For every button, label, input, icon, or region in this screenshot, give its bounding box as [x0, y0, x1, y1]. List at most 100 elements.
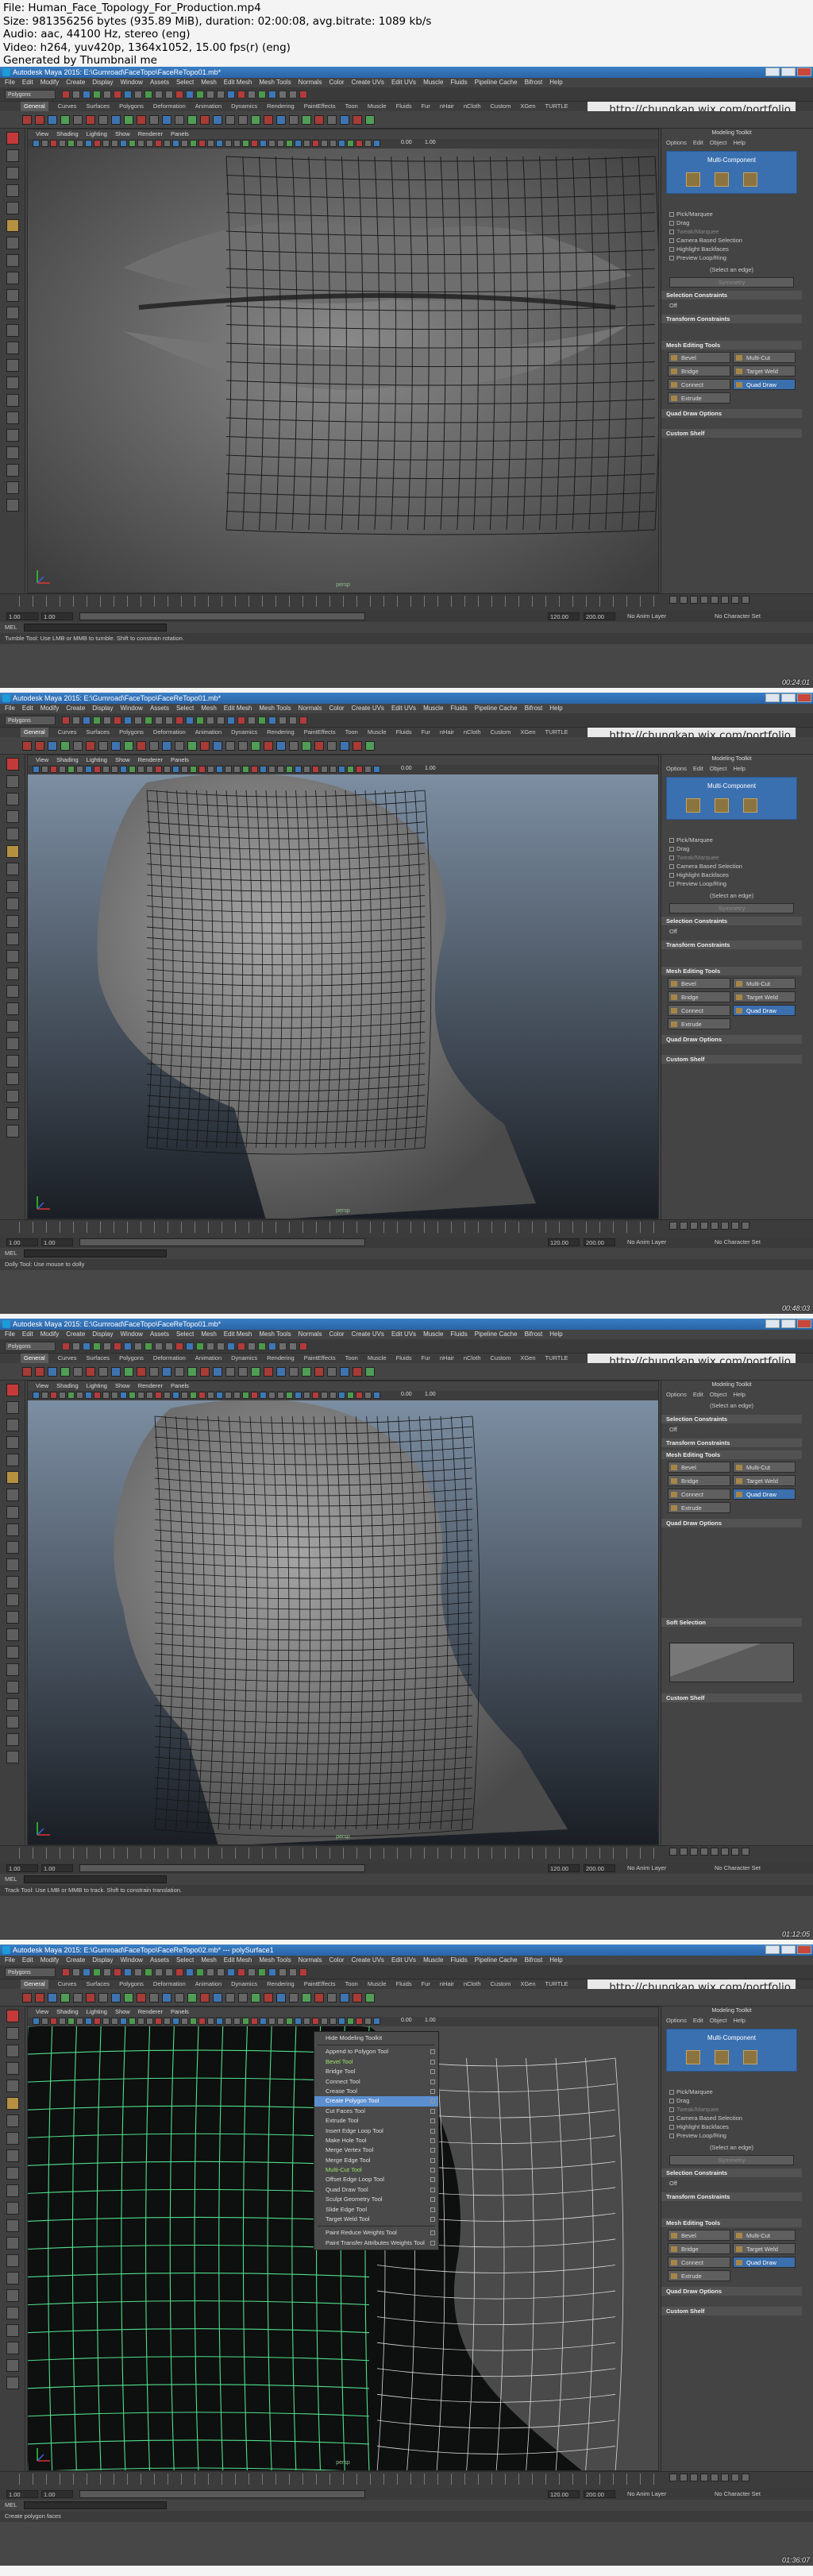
custom-shelf-header[interactable]: Custom Shelf [661, 429, 802, 438]
head-model-mesh[interactable] [28, 1399, 659, 1845]
playback-control-icon[interactable] [690, 596, 698, 604]
menu-edit[interactable]: Edit [22, 1330, 33, 1339]
shelf-tool-icon[interactable] [289, 1993, 299, 2002]
selection-constraints-header[interactable]: Selection Constraints [661, 291, 802, 299]
shelf-tool-icon[interactable] [251, 1367, 260, 1377]
falloff-curve-graph[interactable] [669, 1643, 794, 1682]
toolbox-tool-icon[interactable] [6, 775, 19, 788]
toolbox-tool-icon[interactable] [6, 359, 19, 372]
toolbox-tool-icon[interactable] [6, 1524, 19, 1536]
viewport-tool-icon[interactable] [277, 1392, 284, 1399]
panel-menu-edit[interactable]: Edit [693, 138, 703, 148]
shelf-tab-polygons[interactable]: Polygons [119, 728, 144, 737]
menu-edit-mesh[interactable]: Edit Mesh [224, 78, 252, 87]
status-tool-icon[interactable] [144, 1968, 152, 1976]
shelf-tab-ncloth[interactable]: nCloth [464, 728, 481, 737]
menu-normals[interactable]: Normals [299, 704, 322, 713]
viewport-tool-icon[interactable] [76, 766, 83, 773]
status-tool-icon[interactable] [134, 1968, 142, 1976]
viewport-menu-show[interactable]: Show [115, 1381, 130, 1391]
viewport-tool-icon[interactable] [268, 140, 275, 147]
shelf-tab-deformation[interactable]: Deformation [153, 102, 186, 111]
shelf-tool-icon[interactable] [353, 741, 362, 751]
playback-control-icon[interactable] [731, 1222, 739, 1230]
shelf-tab-xgen[interactable]: XGen [520, 728, 535, 737]
shelf-tool-icon[interactable] [327, 741, 337, 751]
shelf-tool-icon[interactable] [225, 1367, 235, 1377]
panel-menu-options[interactable]: Options [666, 138, 687, 148]
status-tool-icon[interactable] [124, 91, 132, 98]
playback-control-icon[interactable] [700, 1222, 708, 1230]
status-tool-icon[interactable] [62, 1342, 70, 1350]
menu-normals[interactable]: Normals [299, 1956, 322, 1965]
status-tool-icon[interactable] [124, 1342, 132, 1350]
option-box-icon[interactable] [430, 2059, 435, 2064]
status-tool-icon[interactable] [83, 1968, 91, 1976]
viewport-tool-icon[interactable] [329, 766, 337, 773]
selection-constraints-header[interactable]: Selection Constraints [661, 1415, 802, 1423]
viewport-tool-icon[interactable] [120, 766, 127, 773]
toolbox-tool-icon[interactable] [6, 1090, 19, 1103]
shelf-tab-fluids[interactable]: Fluids [396, 728, 412, 737]
shelf-tool-icon[interactable] [225, 115, 235, 125]
menu-mesh-tools[interactable]: Mesh Tools [259, 704, 291, 713]
shelf-tab-dynamics[interactable]: Dynamics [231, 102, 257, 111]
shelf-tool-icon[interactable] [137, 741, 146, 751]
playback-control-icon[interactable] [731, 1848, 739, 1856]
option-box-icon[interactable] [430, 2177, 435, 2183]
menu-create-uvs[interactable]: Create UVs [352, 1956, 384, 1965]
status-tool-icon[interactable] [62, 91, 70, 98]
shelf-tool-icon[interactable] [365, 1367, 375, 1377]
status-tool-icon[interactable] [196, 1968, 204, 1976]
option-box-icon[interactable] [430, 2128, 435, 2134]
shelf-tab-curves[interactable]: Curves [58, 1354, 77, 1363]
playback-control-icon[interactable] [742, 1848, 749, 1856]
viewport-tool-icon[interactable] [181, 2018, 188, 2025]
shelf-tool-icon[interactable] [35, 115, 44, 125]
viewport-tool-icon[interactable] [41, 1392, 48, 1399]
shelf-tool-icon[interactable] [35, 1367, 44, 1377]
option-box-icon[interactable] [430, 2207, 435, 2212]
face-mode-icon[interactable] [743, 2050, 757, 2064]
shelf-tab-nhair[interactable]: nHair [440, 1354, 454, 1363]
status-tool-icon[interactable] [217, 716, 225, 724]
shelf-tool-icon[interactable] [314, 115, 324, 125]
toolbox-tool-icon[interactable] [6, 2062, 19, 2075]
mesh-tools-menu-item[interactable]: Target Weld Tool [314, 2215, 438, 2224]
option-box-icon[interactable] [430, 2108, 435, 2114]
status-tool-icon[interactable] [299, 1342, 307, 1350]
viewport-field[interactable]: 0.00 [401, 1392, 412, 1397]
viewport-field[interactable]: 0.00 [401, 2018, 412, 2023]
toolbox-tool-icon[interactable] [6, 499, 19, 512]
shelf-tab-surfaces[interactable]: Surfaces [86, 728, 110, 737]
viewport-tool-icon[interactable] [164, 2018, 171, 2025]
status-tool-icon[interactable] [83, 1342, 91, 1350]
shelf-tool-icon[interactable] [98, 1993, 108, 2002]
panel-menu-object[interactable]: Object [710, 138, 727, 148]
shelf-tool-icon[interactable] [175, 1367, 184, 1377]
status-tool-icon[interactable] [258, 91, 266, 98]
toolbox-tool-icon[interactable] [6, 810, 19, 823]
viewport-tool-icon[interactable] [242, 766, 249, 773]
quad-draw-options-header[interactable]: Quad Draw Options [661, 2287, 802, 2296]
shelf-tool-icon[interactable] [264, 115, 273, 125]
head-model-mesh[interactable] [28, 773, 659, 1219]
menu-pipeline-cache[interactable]: Pipeline Cache [475, 78, 518, 87]
shelf-tool-icon[interactable] [137, 1993, 146, 2002]
viewport-tool-icon[interactable] [347, 766, 354, 773]
shelf-tool-icon[interactable] [86, 1993, 95, 2002]
option-box-icon[interactable] [430, 2099, 435, 2104]
viewport-tool-icon[interactable] [233, 766, 241, 773]
menu-file[interactable]: File [5, 1956, 15, 1965]
shelf-tool-icon[interactable] [314, 741, 324, 751]
shelf-tool-icon[interactable] [200, 1367, 210, 1377]
shelf-tab-dynamics[interactable]: Dynamics [231, 1354, 257, 1363]
tool-button-bevel[interactable]: Bevel [668, 352, 730, 363]
viewport-tool-icon[interactable] [338, 1392, 345, 1399]
pick-option[interactable]: Drag [669, 2096, 794, 2105]
viewport-tool-icon[interactable] [216, 766, 223, 773]
viewport-tool-icon[interactable] [164, 766, 171, 773]
pick-option[interactable]: Pick/Marquee [669, 836, 794, 844]
shelf-tool-icon[interactable] [365, 1993, 375, 2002]
anim-layer-label[interactable]: No Anim Layer [627, 2489, 666, 2500]
